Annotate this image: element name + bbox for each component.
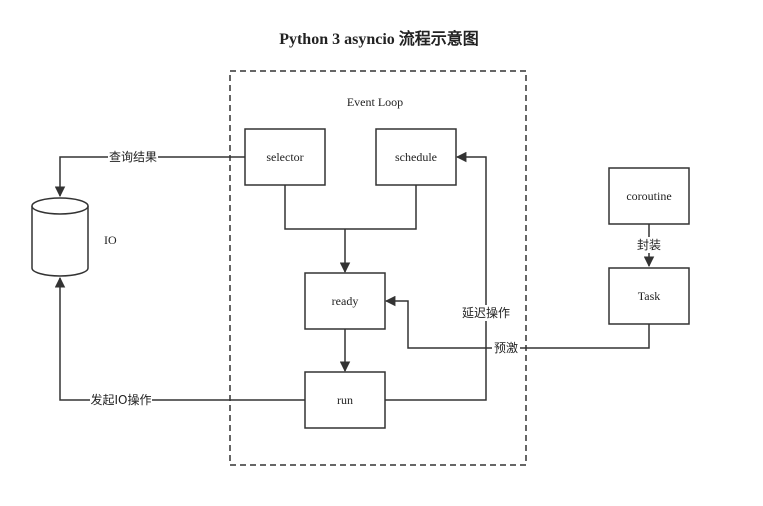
- io-database-icon: [31, 197, 89, 277]
- diagram-title: Python 3 asyncio 流程示意图: [279, 29, 479, 48]
- task-label: Task: [638, 289, 661, 303]
- run-label: run: [337, 393, 353, 407]
- edge-delay: [385, 151, 487, 401]
- edge-label-prime: 预激: [494, 341, 518, 355]
- edge-start-io: [54, 276, 305, 401]
- ready-label: ready: [332, 294, 359, 308]
- coroutine-label: coroutine: [626, 189, 671, 203]
- edge-label-wrap: 封装: [637, 238, 661, 252]
- io-label: IO: [104, 233, 117, 247]
- asyncio-flow-diagram: Python 3 asyncio 流程示意图 Event Loop 查询结果 发…: [31, 29, 690, 466]
- event-loop-label: Event Loop: [347, 95, 403, 109]
- selector-label: selector: [266, 150, 303, 164]
- edge-label-query-result: 查询结果: [109, 150, 157, 164]
- schedule-label: schedule: [395, 150, 437, 164]
- edge-label-delay: 延迟操作: [462, 305, 510, 320]
- edge-label-start-io: 发起IO操作: [91, 392, 152, 407]
- edge-selector-merge: [284, 185, 417, 230]
